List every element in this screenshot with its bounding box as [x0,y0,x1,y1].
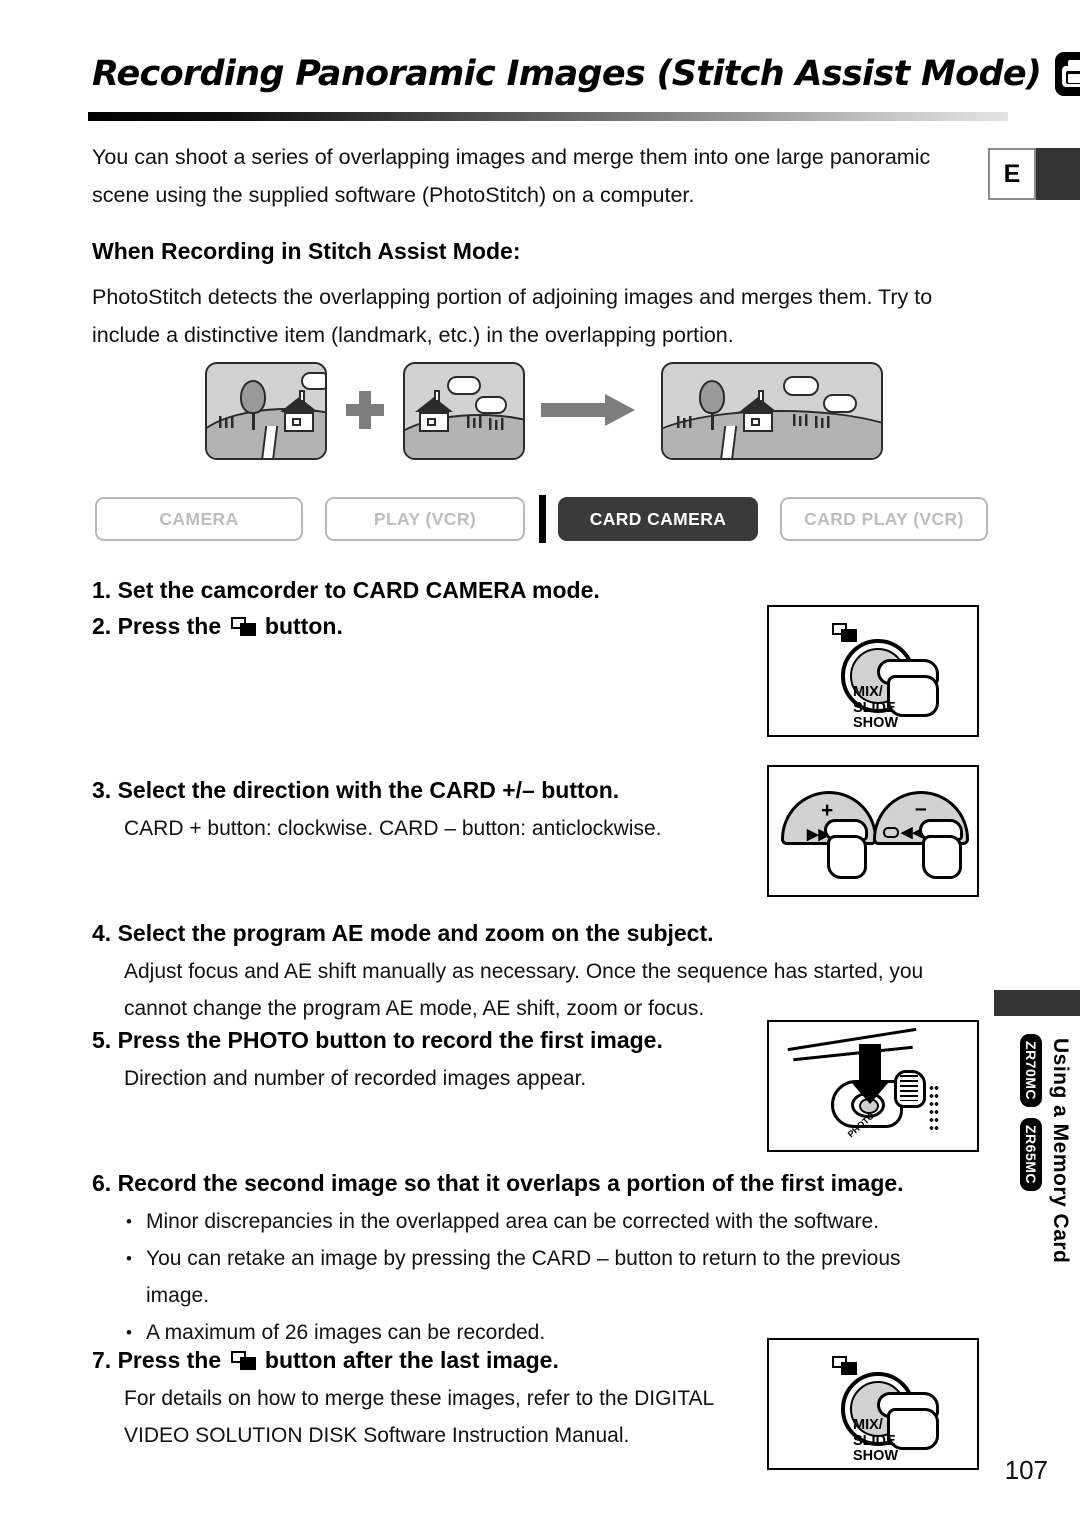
list-item-continuation: image. [146,1284,210,1307]
hand-palm-minus [922,835,962,879]
step-6-bullets: Minor discrepancies in the overlapped ar… [124,1203,1004,1351]
mix-slide-show-label-2: MIX/ SLIDE SHOW [853,1417,899,1464]
illustration-mix-slide-show-top: MIX/ SLIDE SHOW [767,605,979,737]
step-5-heading: 5. Press the PHOTO button to record the … [92,1027,663,1053]
intro-paragraph: You can shoot a series of overlapping im… [92,145,931,207]
mode-button-card-camera[interactable]: CARD CAMERA [558,497,758,541]
step-1-heading: 1. Set the camcorder to CARD CAMERA mode… [92,577,600,603]
press-arrow-head [851,1082,889,1104]
plus-symbol [339,362,391,460]
step-6-heading: 6. Record the second image so that it ov… [92,1170,904,1196]
scene-image-1 [205,362,327,460]
illustration-card-plus-minus: + ▶▶ – ◀◀ [767,765,979,897]
scene-image-merged [661,362,883,460]
mode-selector: CAMERA PLAY (VCR) CARD CAMERA CARD PLAY … [95,495,988,543]
slide-show-icon-panel-bottom [832,1356,857,1376]
memory-card-icon [1055,52,1080,96]
step-3-heading: 3. Select the direction with the CARD +/… [92,777,620,803]
hand-palm-plus [827,835,867,879]
mode-separator [539,495,546,543]
press-arrow-shaft [859,1044,881,1084]
scene-image-2 [403,362,525,460]
card-minus-label: – [915,797,927,820]
step-2-text-before: 2. Press the [92,613,222,639]
language-tab: E [988,148,1080,200]
side-tab-block [994,990,1080,1016]
panorama-illustration [205,362,883,460]
card-small-icon [883,827,899,838]
step-7-text-before: 7. Press the [92,1347,222,1373]
section-body: PhotoStitch detects the overlapping port… [92,285,933,347]
slide-show-button-icon-step7 [230,1351,256,1371]
step-2-heading: 2. Press the button. [92,608,752,644]
page-title: Recording Panoramic Images (Stitch Assis… [92,54,1042,94]
model-badge-zr70mc: ZR70MC [1020,1034,1042,1108]
language-tab-block [1036,148,1080,200]
step-7-body: For details on how to merge these images… [124,1387,714,1447]
page-number: 107 [1004,1455,1048,1485]
step-2-text-after: button. [264,613,343,639]
step-7-text-after: button after the last image. [264,1347,559,1373]
step-7-heading: 7. Press the button after the last image… [92,1342,772,1378]
step-4-heading: 4. Select the program AE mode and zoom o… [92,920,714,946]
illustration-mix-slide-show-bottom: MIX/ SLIDE SHOW [767,1338,979,1470]
merge-arrow-icon [539,362,647,460]
step-3-body: CARD + button: clockwise. CARD – button:… [124,817,662,840]
slide-show-icon-panel-top [832,623,857,643]
list-item: You can retake an image by pressing the … [124,1240,1004,1277]
model-badge-zr65mc: ZR65MC [1020,1118,1042,1192]
illustration-photo-button: PHOTO [767,1020,979,1152]
slide-show-button-icon [230,617,256,637]
mode-button-card-play-vcr[interactable]: CARD PLAY (VCR) [780,497,988,541]
title-divider [88,112,1008,121]
mix-slide-show-label: MIX/ SLIDE SHOW [853,684,899,731]
mode-button-camera[interactable]: CAMERA [95,497,303,541]
side-tab-label: Using a Memory Card [1049,1038,1072,1264]
section-heading: When Recording in Stitch Assist Mode: [92,238,521,264]
step-5-body: Direction and number of recorded images … [124,1067,587,1090]
beep-dots [929,1084,939,1130]
mode-button-play-vcr[interactable]: PLAY (VCR) [325,497,525,541]
page-header: Recording Panoramic Images (Stitch Assis… [92,52,1080,96]
list-item: Minor discrepancies in the overlapped ar… [124,1203,1004,1240]
step-4-body: Adjust focus and AE shift manually as ne… [124,960,924,1020]
language-tab-letter: E [988,148,1036,200]
